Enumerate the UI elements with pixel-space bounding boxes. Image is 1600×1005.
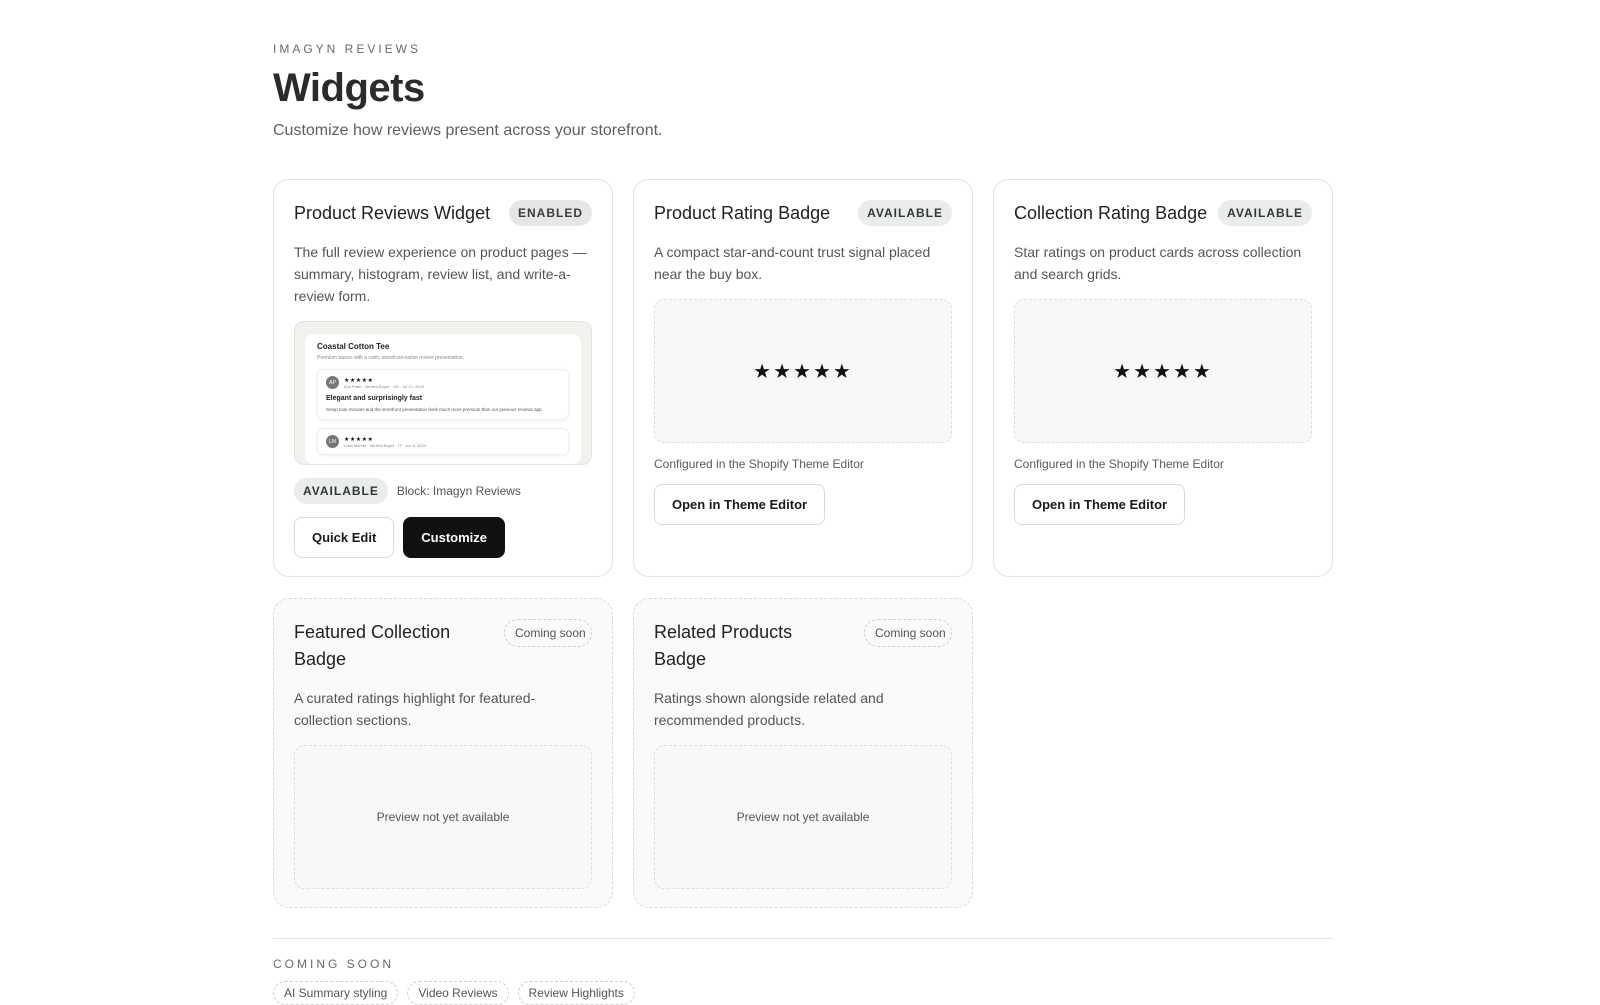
enabled-badge: ENABLED bbox=[508, 200, 592, 226]
open-theme-editor-button[interactable]: Open in Theme Editor bbox=[654, 484, 826, 525]
page-title: Widgets bbox=[273, 66, 425, 110]
preview-review-card: LM ★★★★★ Luca Moretti · Verified Buyer ·… bbox=[317, 428, 569, 455]
coming-soon-heading: COMING SOON bbox=[273, 957, 395, 971]
coming-soon-chips: AI Summary styling Video Reviews Review … bbox=[273, 981, 635, 1005]
review-meta: Ava Patel · Verified Buyer · US · Jul 12… bbox=[344, 383, 424, 389]
card-description: Star ratings on product cards across col… bbox=[1014, 244, 1302, 282]
card-description: A curated ratings highlight for featured… bbox=[294, 690, 536, 728]
featured-collection-badge-card: Featured Collection Badge Coming soon A … bbox=[273, 598, 613, 908]
avatar: LM bbox=[326, 435, 339, 448]
section-divider bbox=[273, 938, 1333, 939]
preview-product-title: Coastal Cotton Tee bbox=[317, 342, 390, 351]
open-theme-editor-button[interactable]: Open in Theme Editor bbox=[1014, 484, 1186, 525]
configured-note: Configured in the Shopify Theme Editor bbox=[654, 457, 864, 471]
customize-button[interactable]: Customize bbox=[403, 517, 506, 558]
preview-unavailable-text: Preview not yet available bbox=[736, 810, 870, 824]
configured-note: Configured in the Shopify Theme Editor bbox=[1014, 457, 1224, 471]
card-title: Product Rating Badge bbox=[654, 203, 831, 223]
preview-product-subtitle: Premium basics with a calm, storefront-n… bbox=[317, 355, 465, 361]
product-rating-badge-card: Product Rating Badge AVAILABLE A compact… bbox=[633, 179, 973, 577]
available-badge: AVAILABLE bbox=[858, 200, 952, 226]
card-description: Ratings shown alongside related and reco… bbox=[654, 690, 884, 728]
star-rating-icon: ★★★★★ bbox=[753, 360, 853, 383]
badge-preview: ★★★★★ bbox=[654, 299, 952, 443]
quick-edit-button[interactable]: Quick Edit bbox=[294, 517, 395, 558]
badge-preview: ★★★★★ bbox=[1014, 299, 1312, 443]
preview-review-card: AP ★★★★★ Ava Patel · Verified Buyer · US… bbox=[317, 369, 569, 420]
coming-soon-badge: Coming soon bbox=[504, 619, 592, 647]
card-title: Related Products Badge bbox=[654, 622, 793, 669]
product-reviews-widget-card: Product Reviews Widget ENABLED The full … bbox=[273, 179, 613, 577]
available-badge: AVAILABLE bbox=[1218, 200, 1312, 226]
review-meta: Luca Moretti · Verified Buyer · IT · Jun… bbox=[344, 442, 426, 448]
review-title: Elegant and surprisingly fast bbox=[326, 395, 423, 402]
review-body: Setup took minutes and the storefront pr… bbox=[326, 407, 543, 412]
chip-video-reviews: Video Reviews bbox=[407, 981, 509, 1005]
card-description: The full review experience on product pa… bbox=[294, 244, 587, 304]
card-description: A compact star-and-count trust signal pl… bbox=[654, 244, 931, 282]
card-title: Featured Collection Badge bbox=[294, 622, 451, 669]
block-status-text: Block: Imagyn Reviews bbox=[396, 484, 521, 498]
coming-soon-badge: Coming soon bbox=[864, 619, 952, 647]
available-badge: AVAILABLE bbox=[294, 478, 388, 504]
preview-placeholder: Preview not yet available bbox=[654, 745, 952, 889]
star-rating-icon: ★★★★★ bbox=[1113, 360, 1213, 383]
card-title: Product Reviews Widget bbox=[294, 203, 491, 223]
collection-rating-badge-card: Collection Rating Badge AVAILABLE Star r… bbox=[993, 179, 1333, 577]
avatar: AP bbox=[326, 376, 339, 389]
star-rating-icon: ★★★★★ bbox=[344, 377, 374, 384]
preview-placeholder: Preview not yet available bbox=[294, 745, 592, 889]
app-eyebrow: IMAGYN REVIEWS bbox=[273, 42, 422, 56]
star-rating-icon: ★★★★★ bbox=[344, 436, 374, 443]
page-subtitle: Customize how reviews present across you… bbox=[273, 122, 663, 139]
preview-unavailable-text: Preview not yet available bbox=[376, 810, 510, 824]
card-title: Collection Rating Badge bbox=[1014, 203, 1208, 223]
chip-review-highlights: Review Highlights bbox=[517, 981, 635, 1005]
related-products-badge-card: Related Products Badge Coming soon Ratin… bbox=[633, 598, 973, 908]
widget-preview-thumbnail: Coastal Cotton Tee Premium basics with a… bbox=[294, 321, 592, 465]
chip-ai-summary-styling: AI Summary styling bbox=[273, 981, 399, 1005]
